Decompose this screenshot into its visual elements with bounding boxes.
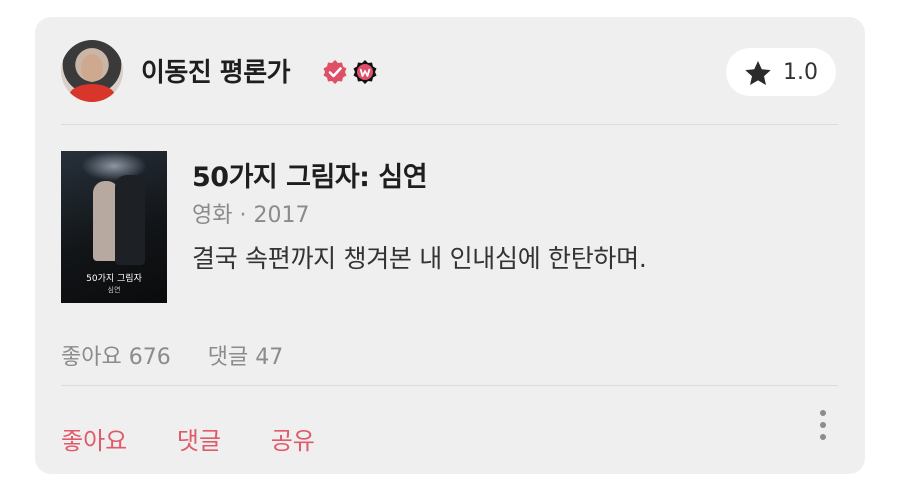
header-divider — [61, 124, 838, 125]
comments-count: 댓글 47 — [207, 345, 284, 370]
review-card: 이동진 평론가 1.0 50가지 그림자 심연 50가지 그림자: 심연 영화 … — [35, 17, 865, 474]
review-text[interactable]: 결국 속편까지 챙겨본 내 인내심에 한탄하며. — [192, 239, 647, 275]
more-dot — [820, 434, 826, 440]
more-dot — [820, 422, 826, 428]
movie-poster[interactable]: 50가지 그림자 심연 — [61, 151, 167, 303]
share-button[interactable]: 공유 — [271, 427, 315, 455]
avatar-shirt — [69, 84, 115, 102]
more-vertical-icon[interactable] — [817, 410, 829, 446]
star-icon — [745, 61, 771, 85]
movie-title[interactable]: 50가지 그림자: 심연 — [192, 155, 428, 194]
avatar[interactable] — [61, 40, 123, 102]
watcha-w-badge-icon — [353, 60, 377, 84]
avatar-face — [81, 54, 103, 82]
rating-badge: 1.0 — [726, 48, 836, 96]
verified-check-icon — [323, 60, 347, 84]
likes-count: 좋아요 676 — [61, 345, 171, 370]
review-header: 이동진 평론가 1.0 — [35, 17, 865, 124]
comment-button[interactable]: 댓글 — [177, 427, 221, 455]
like-button[interactable]: 좋아요 — [61, 427, 127, 455]
user-name[interactable]: 이동진 평론가 — [141, 52, 291, 89]
more-dot — [820, 410, 826, 416]
movie-meta: 영화 · 2017 — [192, 203, 310, 228]
stats-divider — [61, 385, 838, 386]
poster-subtitle: 심연 — [107, 286, 121, 294]
action-bar: 좋아요 댓글 공유 — [61, 421, 357, 456]
poster-figure-man — [115, 175, 145, 265]
rating-value: 1.0 — [783, 60, 818, 85]
review-stats: 좋아요 676 댓글 47 — [61, 339, 313, 371]
poster-title: 50가지 그림자 — [86, 274, 142, 284]
